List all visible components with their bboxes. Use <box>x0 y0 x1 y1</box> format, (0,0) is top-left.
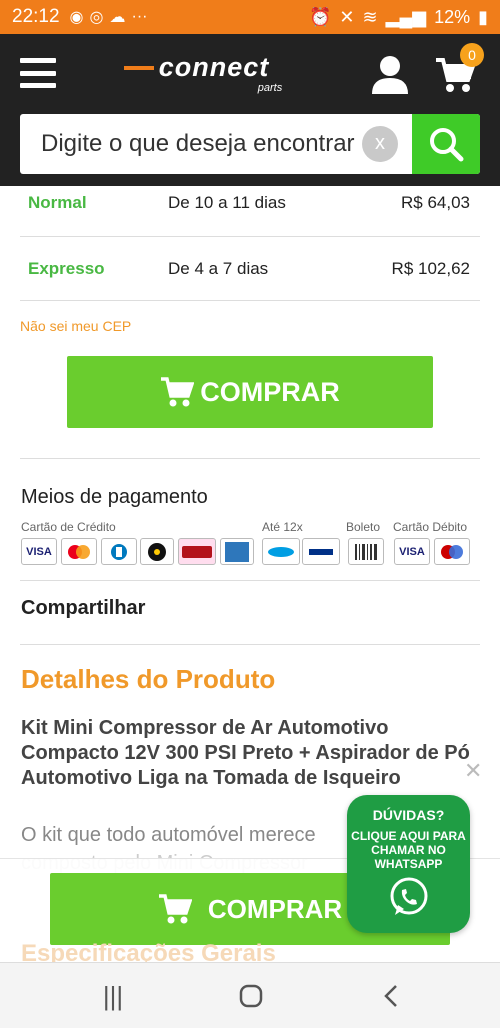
divider <box>20 300 480 301</box>
logo-sub: parts <box>257 82 283 94</box>
search-input[interactable]: Digite o que deseja encontrar <box>20 114 412 174</box>
cart-icon <box>161 377 195 407</box>
search-icon <box>430 128 464 162</box>
mastercard-icon <box>61 538 97 565</box>
installments-label: Até 12x <box>262 520 303 534</box>
divider <box>20 644 480 645</box>
divider <box>20 580 480 581</box>
sticky-buy-label: COMPRAR <box>207 893 343 924</box>
payment-methods-title: Meios de pagamento <box>21 486 208 508</box>
buy-button-label: COMPRAR <box>200 376 340 407</box>
notification-icons: ◉ ◎ ☁ ··· <box>70 7 148 27</box>
search-clear-button[interactable]: x <box>362 126 398 162</box>
whatsapp-text: CLIQUE AQUI PARA CHAMAR NO WHATSAPP <box>351 829 466 871</box>
share-label[interactable]: Compartilhar <box>21 597 145 620</box>
shipping-type: Expresso <box>28 259 105 278</box>
shipping-option-normal[interactable]: Normal De 10 a 11 dias R$ 64,03 <box>20 178 480 228</box>
diners-card-icon <box>101 538 137 565</box>
whatsapp-float-button[interactable]: DÚVIDAS? CLIQUE AQUI PARA CHAMAR NO WHAT… <box>347 795 470 933</box>
status-right: ⏰ ✕ ≋ ▂▄▆ 12% ▮ <box>309 7 488 28</box>
mute-icon: ✕ <box>339 6 355 27</box>
shipping-option-expresso[interactable]: Expresso De 4 a 7 dias R$ 102,62 <box>20 244 480 294</box>
shipping-days: De 10 a 11 dias <box>168 193 286 212</box>
search-bar: Digite o que deseja encontrar x <box>20 114 480 174</box>
amex-card-icon <box>220 538 254 565</box>
user-icon[interactable] <box>370 54 410 94</box>
recent-apps-icon[interactable]: ||| <box>98 981 128 1011</box>
debit-card-label: Cartão Débito <box>393 520 468 534</box>
android-nav-bar: ||| <box>0 962 500 1028</box>
whatsapp-question: DÚVIDAS? <box>372 807 445 823</box>
alarm-icon: ⏰ <box>309 6 332 27</box>
connect-parts-logo[interactable]: connect parts <box>122 54 307 94</box>
maestro-card-icon <box>434 538 470 565</box>
battery-text: 12% <box>434 6 471 27</box>
menu-icon[interactable] <box>20 58 56 88</box>
elo-card-icon <box>140 538 174 565</box>
back-icon[interactable] <box>376 981 406 1011</box>
more-dots-icon: ··· <box>131 8 148 25</box>
whatsapp-icon <box>390 877 428 915</box>
cloud-icon: ☁ <box>109 9 126 26</box>
shipping-price: R$ 102,62 <box>391 259 470 278</box>
shipping-price: R$ 64,03 <box>401 193 470 212</box>
credit-card-label: Cartão de Crédito <box>21 520 116 534</box>
divider <box>20 236 480 237</box>
mercadopago-icon <box>262 538 300 565</box>
eye-icon: ◉ <box>69 9 84 26</box>
shipping-type: Normal <box>28 193 87 212</box>
buy-button[interactable]: COMPRAR <box>67 356 433 428</box>
divider <box>20 458 480 459</box>
paypal-icon <box>302 538 340 565</box>
whatsapp-notification-icon: ◎ <box>89 9 104 26</box>
site-header: connect parts 0 Digite o que deseja enco… <box>0 34 500 186</box>
boleto-barcode-icon <box>348 538 384 565</box>
battery-icon: ▮ <box>478 6 488 27</box>
signal-icon: ▂▄▆ <box>385 6 427 27</box>
no-cep-link[interactable]: Não sei meu CEP <box>20 318 131 334</box>
shipping-days: De 4 a 7 dias <box>168 259 269 278</box>
product-details-title: Detalhes do Produto <box>21 664 276 694</box>
status-time: 22:12 <box>12 6 60 27</box>
visa-debit-icon: VISA <box>394 538 430 565</box>
search-button[interactable] <box>412 114 480 174</box>
visa-card-icon: VISA <box>21 538 57 565</box>
wifi-icon: ≋ <box>362 6 378 27</box>
cart-count-badge: 0 <box>460 43 484 67</box>
product-title: Kit Mini Compressor de Ar Automotivo Com… <box>21 717 470 789</box>
logo-text: connect <box>159 54 270 82</box>
hipercard-icon <box>178 538 216 565</box>
cart-icon <box>158 894 192 924</box>
status-bar: 22:12 ◉ ◎ ☁ ··· ⏰ ✕ ≋ ▂▄▆ 12% ▮ <box>0 0 500 34</box>
close-whatsapp-icon[interactable]: ✕ <box>464 758 482 784</box>
home-icon[interactable] <box>236 981 266 1011</box>
boleto-label: Boleto <box>346 520 381 534</box>
